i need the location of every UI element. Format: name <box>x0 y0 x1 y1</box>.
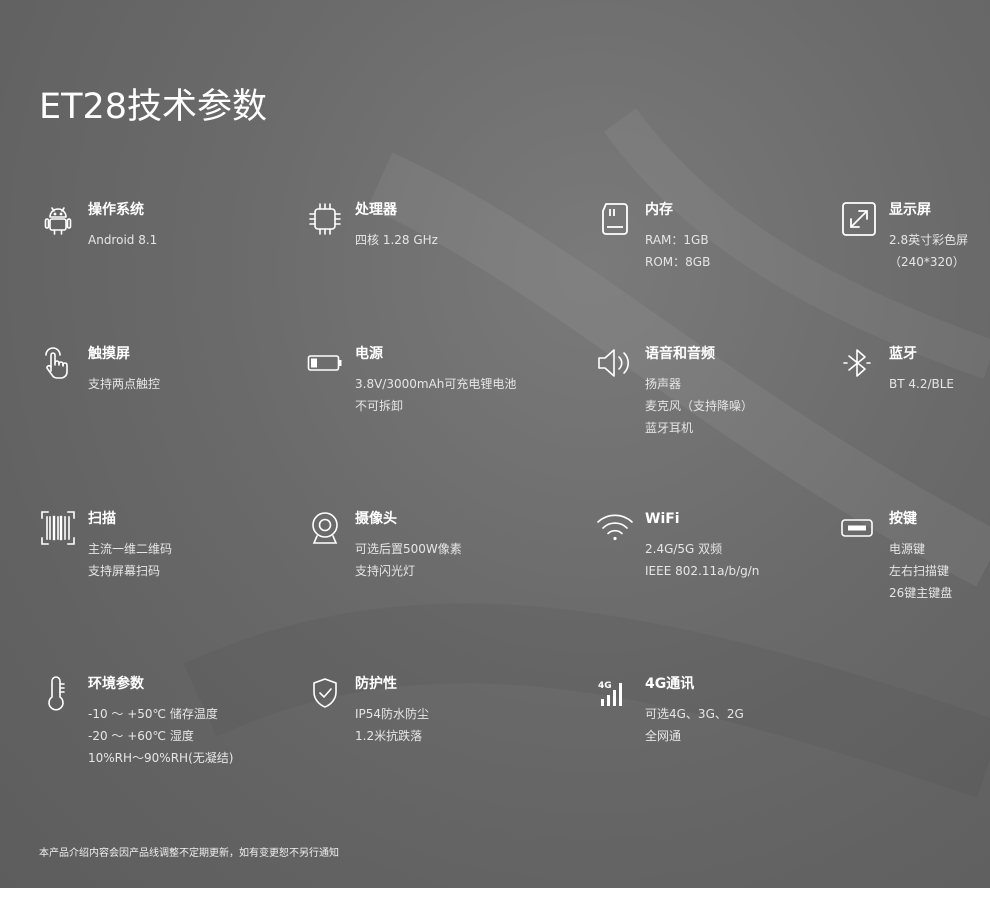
spec-label: 操作系统 <box>88 202 144 218</box>
spec-value: 可选4G、3G、2G <box>645 707 744 721</box>
spec-value: 左右扫描键 <box>889 564 950 578</box>
spec-values: 可选4G、3G、2G 全网通 <box>645 703 744 747</box>
signal-4g-text: 4G <box>598 681 612 691</box>
spec-values: 扬声器 麦克风（支持降噪） 蓝牙耳机 <box>645 373 753 439</box>
spec-value: IEEE 802.11a/b/g/n <box>645 564 760 578</box>
spec-value: 扬声器 <box>645 377 682 391</box>
spec-values: 主流一维二维码 支持屏幕扫码 <box>88 538 172 582</box>
spec-label: WiFi <box>645 511 680 527</box>
spec-value: BT 4.2/BLE <box>889 377 955 391</box>
spec-values: 3.8V/3000mAh可充电锂电池 不可拆卸 <box>355 373 516 417</box>
spec-label: 内存 <box>645 202 673 218</box>
touch-hand-icon <box>40 345 76 381</box>
page-title: ET28技术参数 <box>39 87 268 127</box>
thermometer-icon <box>40 675 76 711</box>
spec-label: 触摸屏 <box>88 346 130 362</box>
spec-value: 四核 1.28 GHz <box>355 233 438 247</box>
spec-label: 显示屏 <box>889 202 931 218</box>
spec-value: Android 8.1 <box>88 233 158 247</box>
spec-values: 支持两点触控 <box>88 373 160 395</box>
spec-label: 按键 <box>889 511 917 527</box>
spec-value: ROM：8GB <box>645 255 711 269</box>
spec-value: 电源键 <box>889 542 926 556</box>
camera-icon <box>307 510 343 546</box>
expand-screen-icon <box>841 201 877 237</box>
spec-value: 26键主键盘 <box>889 586 953 600</box>
spec-panel: ET28技术参数 操作系统 Android 8.1 处理器 四核 1.28 GH… <box>0 0 990 888</box>
spec-values: 电源键 左右扫描键 26键主键盘 <box>889 538 952 604</box>
spec-value: -10 ～ +50℃ 储存温度 <box>88 707 218 721</box>
spec-value: 1.2米抗跌落 <box>355 729 423 743</box>
spec-label: 环境参数 <box>88 676 144 692</box>
spec-label: 摄像头 <box>355 511 397 527</box>
spec-value: 可选后置500W像素 <box>355 542 462 556</box>
barcode-scan-icon <box>40 510 76 546</box>
spec-label: 扫描 <box>88 511 116 527</box>
spec-value: 蓝牙耳机 <box>645 421 694 435</box>
spec-value: 支持两点触控 <box>88 377 161 391</box>
spec-label: 处理器 <box>355 202 397 218</box>
spec-values: RAM：1GB ROM：8GB <box>645 229 710 273</box>
spec-values: 2.4G/5G 双频 IEEE 802.11a/b/g/n <box>645 538 759 582</box>
spec-value: （240*320） <box>889 255 965 269</box>
signal-4g-icon: 4G <box>597 675 633 711</box>
spec-value: 麦克风（支持降噪） <box>645 399 754 413</box>
wifi-icon <box>597 510 633 546</box>
spec-value: RAM：1GB <box>645 233 709 247</box>
spec-label: 防护性 <box>355 676 397 692</box>
spec-values: 2.8英寸彩色屏 （240*320） <box>889 229 968 273</box>
spec-value: 3.8V/3000mAh可充电锂电池 <box>355 377 517 391</box>
spec-values: -10 ～ +50℃ 储存温度 -20 ～ +60℃ 湿度 10%RH～90%R… <box>88 703 233 769</box>
android-icon <box>40 201 76 237</box>
spec-value: 支持闪光灯 <box>355 564 416 578</box>
spec-label: 电源 <box>355 346 383 362</box>
spec-values: 可选后置500W像素 支持闪光灯 <box>355 538 462 582</box>
spec-label: 蓝牙 <box>889 346 917 362</box>
spec-values: Android 8.1 <box>88 229 157 251</box>
spec-values: BT 4.2/BLE <box>889 373 954 395</box>
spec-value: -20 ～ +60℃ 湿度 <box>88 729 194 743</box>
spec-value: 2.4G/5G 双频 <box>645 542 723 556</box>
shield-check-icon <box>307 675 343 711</box>
spec-value: 主流一维二维码 <box>88 542 173 556</box>
battery-icon <box>307 345 343 381</box>
footnote: 本产品介绍内容会因产品线调整不定期更新，如有变更恕不另行通知 <box>39 848 339 859</box>
spec-value: 不可拆卸 <box>355 399 404 413</box>
spec-label: 4G通讯 <box>645 676 695 692</box>
key-button-icon <box>841 510 877 546</box>
spec-values: 四核 1.28 GHz <box>355 229 438 251</box>
spec-value: 2.8英寸彩色屏 <box>889 233 969 247</box>
spec-label: 语音和音频 <box>645 346 715 362</box>
spec-value: 全网通 <box>645 729 682 743</box>
spec-value: 支持屏幕扫码 <box>88 564 161 578</box>
spec-values: IP54防水防尘 1.2米抗跌落 <box>355 703 429 747</box>
cpu-icon <box>307 201 343 237</box>
memory-card-icon <box>597 201 633 237</box>
spec-value: IP54防水防尘 <box>355 707 430 721</box>
bluetooth-icon <box>841 345 877 381</box>
speaker-icon <box>597 345 633 381</box>
spec-value: 10%RH～90%RH(无凝结) <box>88 751 234 765</box>
